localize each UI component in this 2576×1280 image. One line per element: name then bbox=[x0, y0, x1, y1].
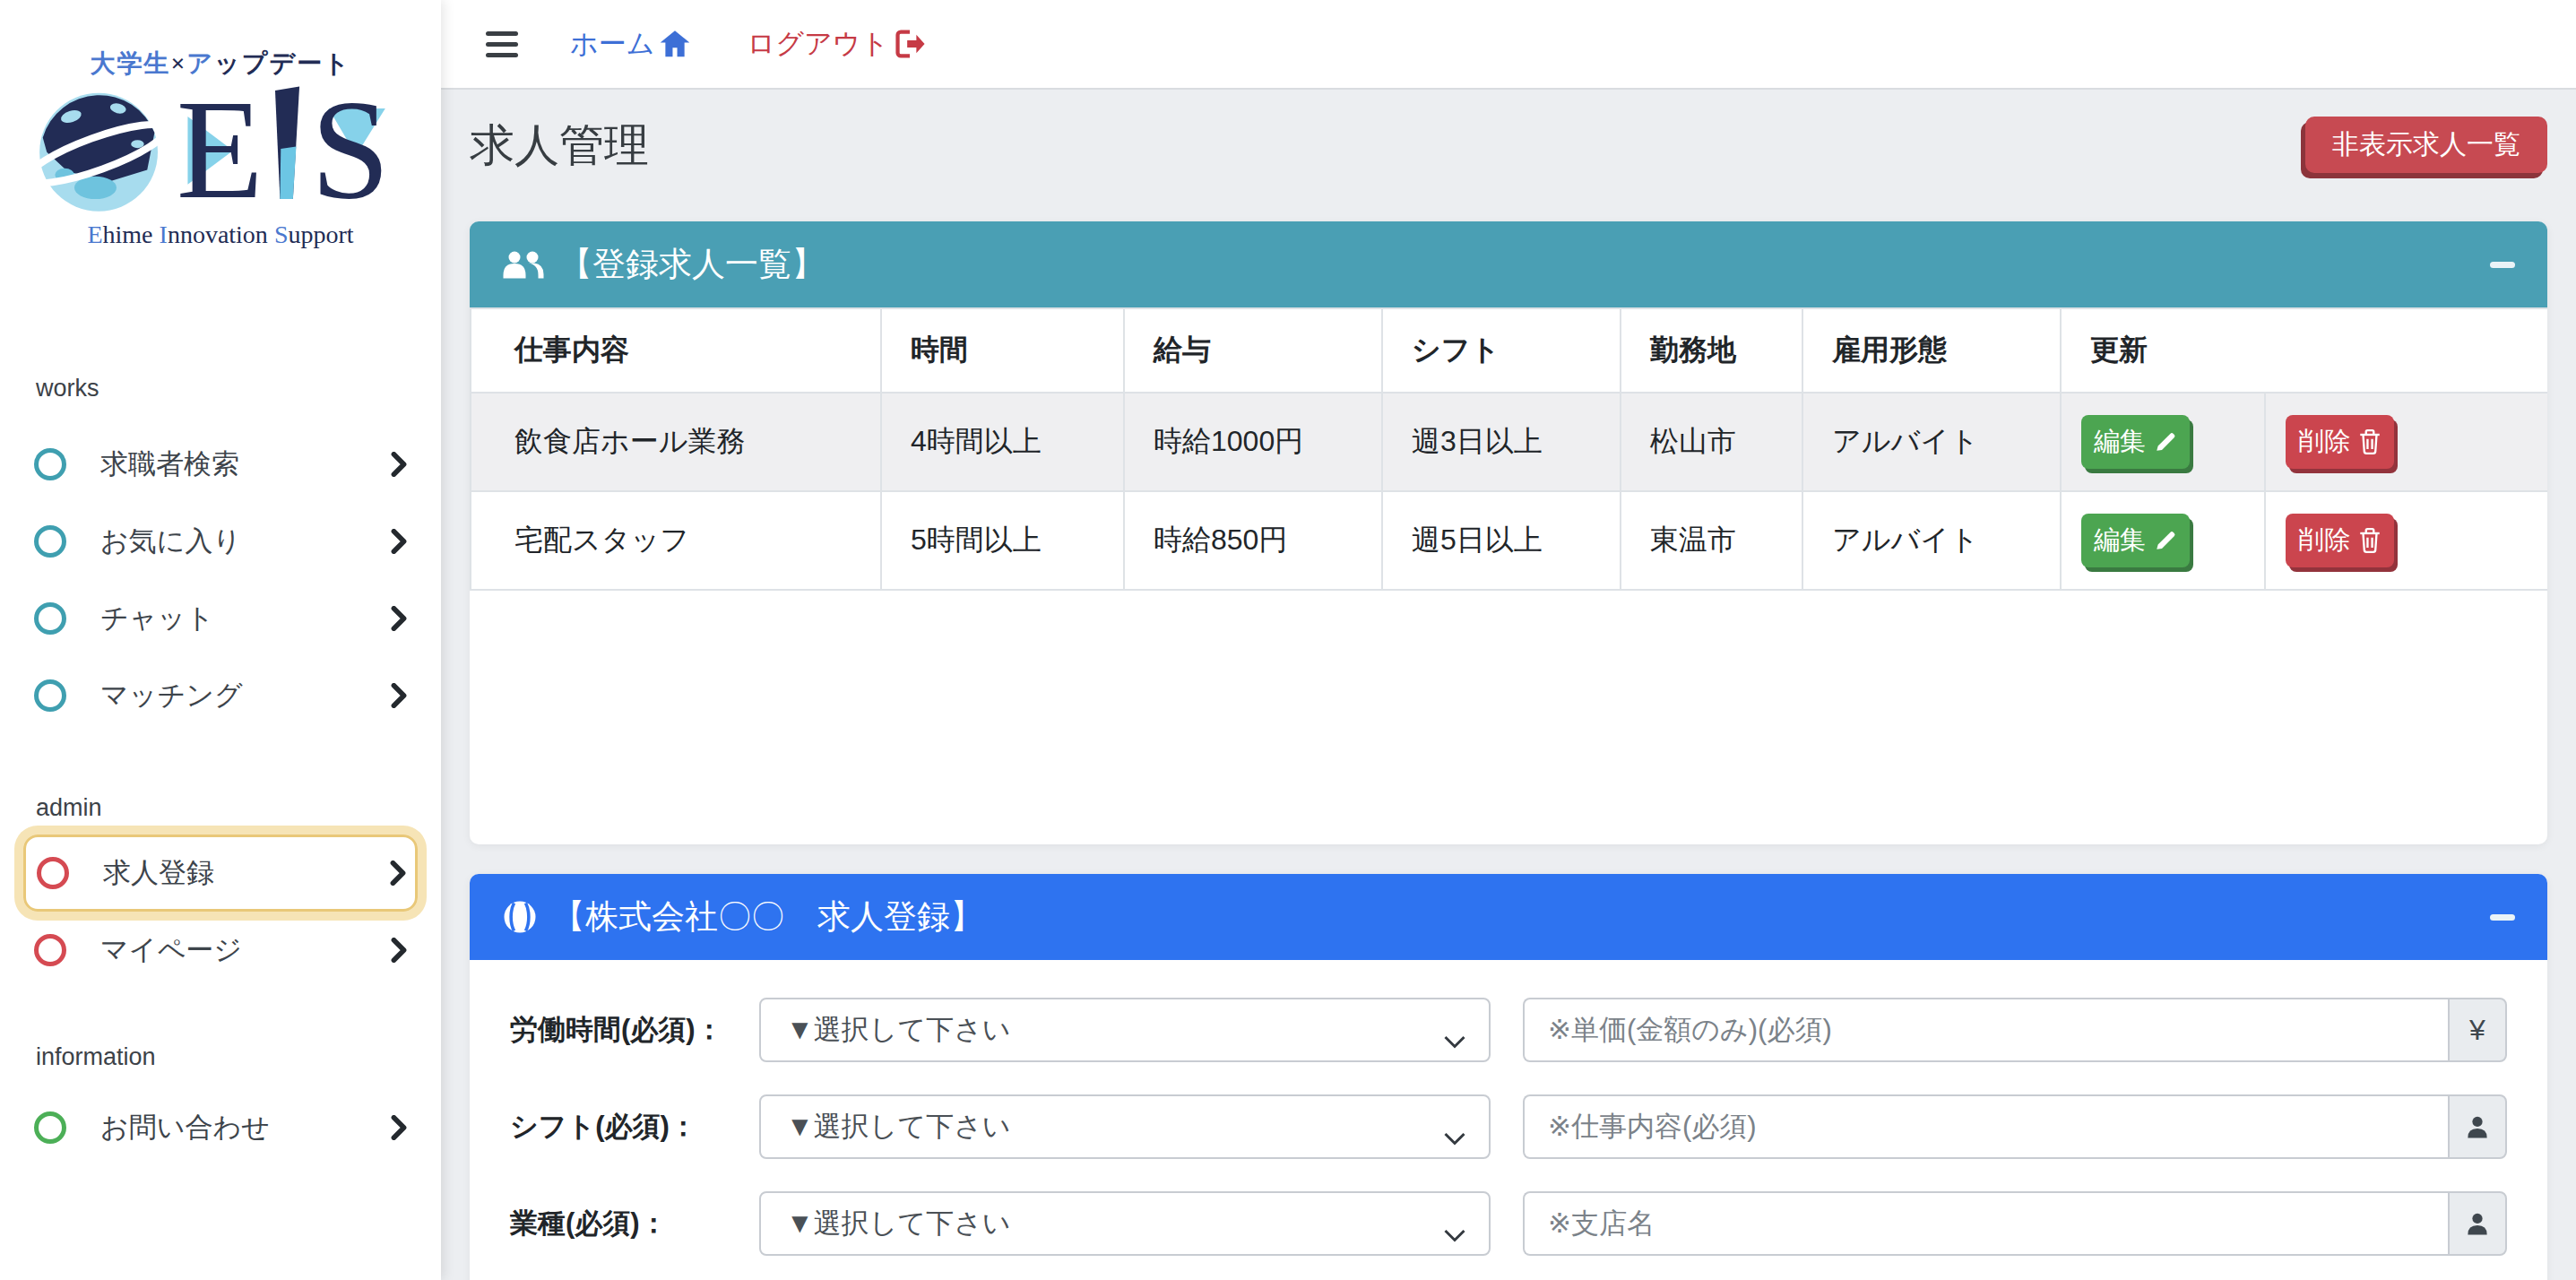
hidden-jobs-button[interactable]: 非表示求人一覧 bbox=[2305, 117, 2547, 173]
sidebar-item-matching[interactable]: マッチング bbox=[0, 657, 441, 734]
job-register-card-header: 【株式会社〇〇 求人登録】 bbox=[470, 874, 2547, 960]
logo-subtitle: Ehime Innovation Support bbox=[87, 221, 353, 249]
chevron-down-icon bbox=[1444, 1121, 1465, 1154]
hamburger-menu-icon[interactable] bbox=[486, 31, 518, 57]
shift-select[interactable]: ▼選択して下さい bbox=[759, 1094, 1491, 1159]
sidebar-item-job-seeker-search[interactable]: 求職者検索 bbox=[0, 426, 441, 503]
circle-icon bbox=[34, 525, 66, 558]
topbar: ホーム ログアウト bbox=[441, 0, 2576, 90]
edit-button[interactable]: 編集 bbox=[2081, 415, 2190, 469]
person-addon bbox=[2448, 1191, 2507, 1256]
chevron-right-icon bbox=[391, 452, 407, 477]
page-title: 求人管理 bbox=[470, 119, 649, 171]
home-icon bbox=[660, 30, 690, 58]
job-table: 仕事内容 時間 給与 シフト 勤務地 雇用形態 更新 飲食店ホール業務 4時間以… bbox=[470, 307, 2547, 591]
sidebar-item-contact[interactable]: お問い合わせ bbox=[0, 1089, 441, 1166]
section-label-information: information bbox=[0, 1043, 441, 1071]
sidebar-nav: works 求職者検索 お気に入り チャット マッチング bbox=[0, 375, 441, 1166]
yen-addon: ¥ bbox=[2448, 998, 2507, 1062]
chevron-down-icon bbox=[1444, 1218, 1465, 1250]
delete-button[interactable]: 削除 bbox=[2286, 514, 2394, 567]
svg-text:E: E bbox=[177, 81, 264, 219]
field-label-industry: 業種(必須)： bbox=[510, 1205, 759, 1242]
unit-price-input[interactable] bbox=[1523, 998, 2448, 1062]
table-header-row: 仕事内容 時間 給与 シフト 勤務地 雇用形態 更新 bbox=[471, 308, 2547, 393]
job-list-card-title: 【登録求人一覧】 bbox=[559, 242, 825, 287]
home-link[interactable]: ホーム bbox=[570, 25, 690, 63]
logout-link[interactable]: ログアウト bbox=[747, 25, 925, 63]
circle-icon bbox=[34, 934, 66, 966]
collapse-icon[interactable] bbox=[2490, 262, 2515, 268]
branch-name-input[interactable] bbox=[1523, 1191, 2448, 1256]
trash-icon bbox=[2358, 428, 2382, 455]
chevron-right-icon bbox=[391, 1115, 407, 1140]
field-label-shift: シフト(必須)： bbox=[510, 1108, 759, 1146]
circle-icon bbox=[34, 1111, 66, 1144]
job-list-card-header: 【登録求人一覧】 bbox=[470, 221, 2547, 307]
section-label-works: works bbox=[0, 375, 441, 402]
person-icon bbox=[2464, 1210, 2491, 1237]
circle-icon bbox=[37, 857, 69, 889]
chevron-down-icon bbox=[1444, 1025, 1465, 1057]
job-description-input[interactable] bbox=[1523, 1094, 2448, 1159]
delete-button[interactable]: 削除 bbox=[2286, 415, 2394, 469]
logo-tagline: 大学生×アップデート bbox=[90, 47, 350, 81]
industry-select[interactable]: ▼選択して下さい bbox=[759, 1191, 1491, 1256]
table-row: 飲食店ホール業務 4時間以上 時給1000円 週3日以上 松山市 アルバイト 編… bbox=[471, 393, 2547, 491]
svg-text:S: S bbox=[311, 81, 390, 219]
eis-logo-icon: E S bbox=[32, 81, 409, 219]
sidebar-item-chat[interactable]: チャット bbox=[0, 580, 441, 657]
person-icon bbox=[2464, 1113, 2491, 1140]
baseball-icon bbox=[502, 899, 538, 935]
circle-icon bbox=[34, 448, 66, 480]
collapse-icon[interactable] bbox=[2490, 914, 2515, 921]
job-register-card-title: 【株式会社〇〇 求人登録】 bbox=[552, 895, 983, 939]
job-list-card: 【登録求人一覧】 仕事内容 時間 給与 シフト 勤務地 雇用形態 更新 bbox=[470, 221, 2547, 844]
pencil-icon bbox=[2154, 529, 2177, 552]
content: 求人管理 非表示求人一覧 【登録求人一覧】 仕事内容 時間 bbox=[441, 90, 2576, 1280]
chevron-right-icon bbox=[391, 529, 407, 554]
sidebar-item-job-register[interactable]: 求人登録 bbox=[23, 835, 418, 912]
working-hours-select[interactable]: ▼選択して下さい bbox=[759, 998, 1491, 1062]
sidebar: 大学生×アップデート E S Ehime Innovation Support … bbox=[0, 0, 441, 1280]
chevron-right-icon bbox=[391, 606, 407, 631]
trash-icon bbox=[2358, 527, 2382, 554]
job-register-card: 【株式会社〇〇 求人登録】 労働時間(必須)： ▼選択して下さい ¥ シ bbox=[470, 874, 2547, 1280]
person-addon bbox=[2448, 1094, 2507, 1159]
edit-button[interactable]: 編集 bbox=[2081, 514, 2190, 567]
logout-icon bbox=[895, 30, 925, 58]
sidebar-item-favorites[interactable]: お気に入り bbox=[0, 503, 441, 580]
chevron-right-icon bbox=[391, 938, 407, 963]
chevron-right-icon bbox=[391, 683, 407, 708]
users-icon bbox=[502, 248, 545, 281]
chevron-right-icon bbox=[390, 861, 406, 886]
table-row: 宅配スタッフ 5時間以上 時給850円 週5日以上 東温市 アルバイト 編集 削… bbox=[471, 491, 2547, 590]
circle-icon bbox=[34, 679, 66, 712]
field-label-working-hours: 労働時間(必須)： bbox=[510, 1011, 759, 1049]
job-register-form: 労働時間(必須)： ▼選択して下さい ¥ シフト(必須)： ▼選択して下さい bbox=[470, 960, 2547, 1280]
circle-icon bbox=[34, 602, 66, 635]
pencil-icon bbox=[2154, 430, 2177, 454]
sidebar-item-my-page[interactable]: マイページ bbox=[0, 912, 441, 989]
section-label-admin: admin bbox=[0, 794, 441, 822]
logo: 大学生×アップデート E S Ehime Innovation Support bbox=[0, 0, 441, 249]
